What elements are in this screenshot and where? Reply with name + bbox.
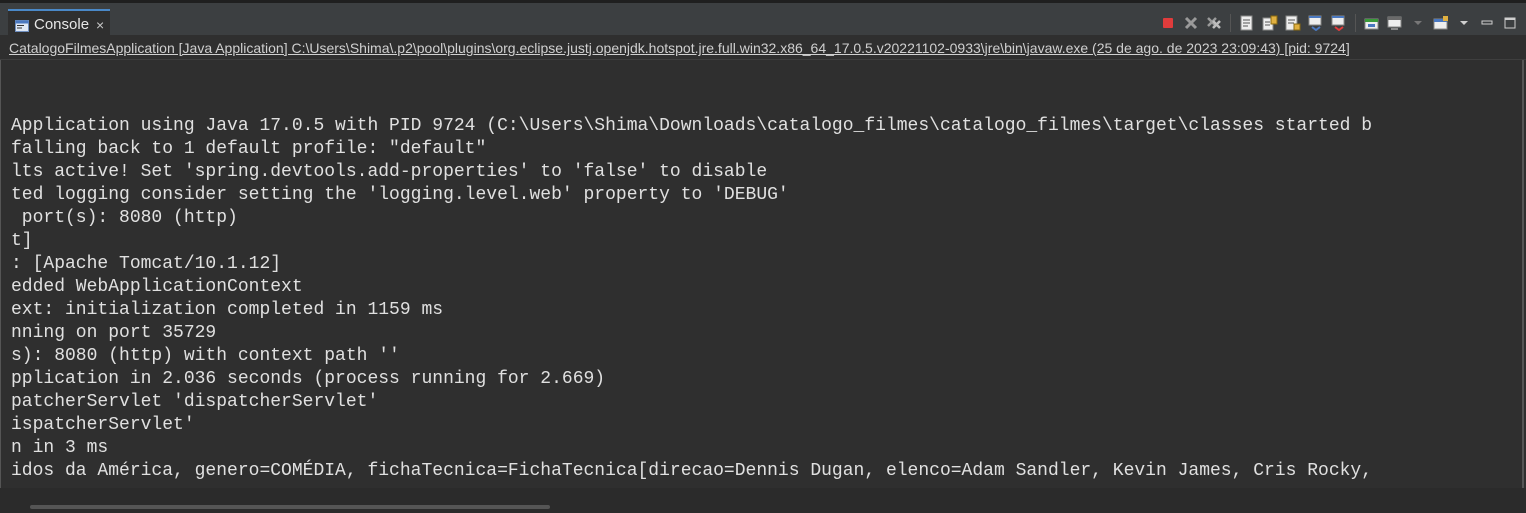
word-wrap-icon[interactable] xyxy=(1283,13,1303,33)
console-line: patcherServlet 'dispatcherServlet' xyxy=(11,392,379,412)
console-output[interactable]: Application using Java 17.0.5 with PID 9… xyxy=(0,60,1524,488)
view-title-bar: Console × xyxy=(0,0,1526,38)
console-line: n in 3 ms xyxy=(11,438,109,458)
toolbar-separator xyxy=(1355,14,1356,32)
scroll-lock-icon[interactable] xyxy=(1260,13,1280,33)
remove-all-terminated-icon[interactable] xyxy=(1204,13,1224,33)
terminate-icon[interactable] xyxy=(1158,13,1178,33)
console-tab[interactable]: Console × xyxy=(8,9,110,38)
console-line: ext: initialization completed in 1159 ms xyxy=(11,300,444,320)
launch-path-text: CatalogoFilmesApplication [Java Applicat… xyxy=(9,40,1350,56)
clear-console-icon[interactable] xyxy=(1237,13,1257,33)
horizontal-scrollbar[interactable] xyxy=(0,488,1526,513)
console-line: nning on port 35729 xyxy=(11,323,217,343)
console-line: : [Apache Tomcat/10.1.12] xyxy=(11,254,282,274)
display-selected-console-icon[interactable] xyxy=(1385,13,1405,33)
console-line: Application using Java 17.0.5 with PID 9… xyxy=(11,116,1373,136)
remove-launch-icon[interactable] xyxy=(1181,13,1201,33)
console-line: ispatcherServlet' xyxy=(11,415,195,435)
open-console-icon[interactable] xyxy=(1431,13,1451,33)
console-line: edded WebApplicationContext xyxy=(11,277,303,297)
console-line: lts active! Set 'spring.devtools.add-pro… xyxy=(11,162,768,182)
console-line: pplication in 2.036 seconds (process run… xyxy=(11,369,606,389)
toolbar-separator xyxy=(1230,14,1231,32)
minimize-icon[interactable] xyxy=(1477,13,1497,33)
console-line: t] xyxy=(11,231,33,251)
close-icon[interactable]: × xyxy=(96,17,104,33)
chevron-down-icon[interactable] xyxy=(1408,13,1428,33)
view-menu-icon[interactable] xyxy=(1454,13,1474,33)
scrollbar-thumb[interactable] xyxy=(30,505,550,509)
console-line: s): 8080 (http) with context path '' xyxy=(11,346,400,366)
console-toolbar xyxy=(1158,12,1520,34)
console-icon xyxy=(15,19,29,32)
console-line: idos da América, genero=COMÉDIA, fichaTe… xyxy=(11,461,1373,481)
console-lines: Application using Java 17.0.5 with PID 9… xyxy=(11,115,1372,483)
show-stderr-icon[interactable] xyxy=(1329,13,1349,33)
console-line: falling back to 1 default profile: "defa… xyxy=(11,139,487,159)
maximize-icon[interactable] xyxy=(1500,13,1520,33)
show-stdout-icon[interactable] xyxy=(1306,13,1326,33)
launch-description: CatalogoFilmesApplication [Java Applicat… xyxy=(0,38,1526,60)
console-line: ted logging consider setting the 'loggin… xyxy=(11,185,789,205)
console-line: port(s): 8080 (http) xyxy=(11,208,238,228)
pin-console-icon[interactable] xyxy=(1362,13,1382,33)
console-tab-label: Console xyxy=(34,16,90,33)
